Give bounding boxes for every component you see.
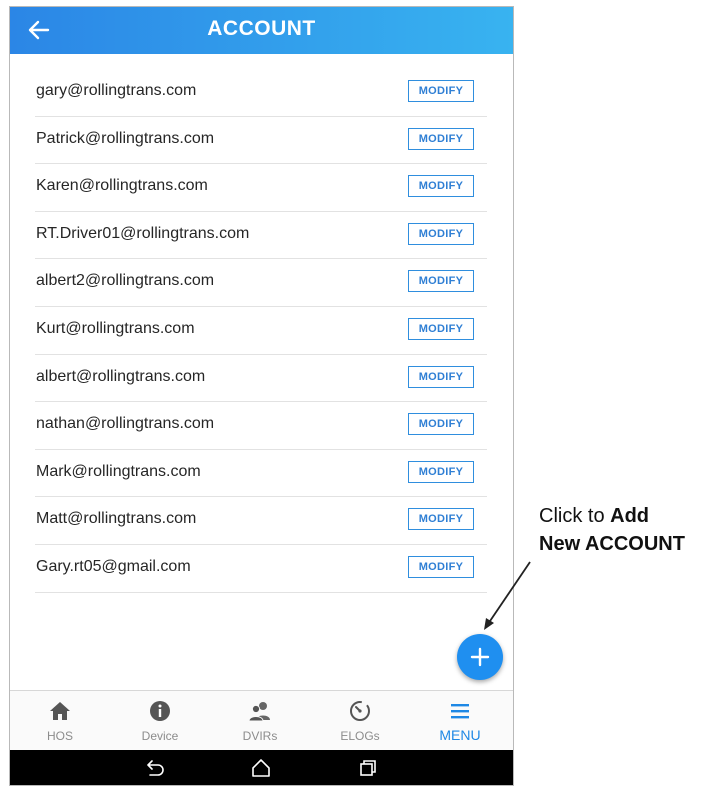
home-outline-icon[interactable] [250, 757, 272, 779]
nav-item-hos[interactable]: HOS [10, 691, 110, 751]
callout-prefix: Click to [539, 505, 611, 527]
bottom-navigation: HOS Device DVIRs ELOGs MENU [10, 690, 513, 751]
account-email: Patrick@rollingtrans.com [36, 129, 215, 147]
back-icon[interactable] [143, 757, 165, 779]
modify-button[interactable]: MODIFY [408, 365, 474, 388]
nav-item-elogs[interactable]: ELOGs [310, 691, 410, 751]
nav-item-menu[interactable]: MENU [410, 691, 510, 751]
callout-bold-1: Add [610, 505, 650, 527]
people-icon [248, 702, 270, 722]
account-row: Karen@rollingtrans.com MODIFY [35, 164, 487, 212]
info-icon [150, 701, 170, 721]
nav-label-dvirs: DVIRs [242, 729, 278, 743]
modify-button[interactable]: MODIFY [408, 127, 474, 150]
account-list: gary@rollingtrans.com MODIFY Patrick@rol… [35, 69, 487, 593]
nav-item-dvirs[interactable]: DVIRs [210, 691, 310, 751]
modify-button[interactable]: MODIFY [408, 460, 474, 483]
callout-bold-2: New ACCOUNT [539, 533, 685, 555]
account-email: Matt@rollingtrans.com [36, 510, 197, 528]
nav-label-menu: MENU [439, 727, 481, 743]
plus-icon [470, 647, 490, 667]
account-email: albert2@rollingtrans.com [36, 272, 215, 290]
account-row: Patrick@rollingtrans.com MODIFY [35, 117, 487, 165]
account-row: RT.Driver01@rollingtrans.com MODIFY [35, 212, 487, 260]
account-row: albert@rollingtrans.com MODIFY [35, 355, 487, 403]
add-account-button[interactable] [457, 634, 503, 680]
modify-button[interactable]: MODIFY [408, 413, 474, 436]
add-account-callout: Click to Add New ACCOUNT [539, 502, 685, 558]
account-email: Kurt@rollingtrans.com [36, 319, 195, 337]
account-row: Matt@rollingtrans.com MODIFY [35, 497, 487, 545]
modify-button[interactable]: MODIFY [408, 508, 474, 531]
app-bar: ACCOUNT [10, 7, 513, 54]
timer-icon [350, 701, 370, 721]
account-email: RT.Driver01@rollingtrans.com [36, 224, 250, 242]
account-row: gary@rollingtrans.com MODIFY [35, 69, 487, 117]
nav-label-device: Device [141, 729, 179, 743]
account-row: Gary.rt05@gmail.com MODIFY [35, 545, 487, 593]
modify-button[interactable]: MODIFY [408, 555, 474, 578]
modify-button[interactable]: MODIFY [408, 270, 474, 293]
account-row: nathan@rollingtrans.com MODIFY [35, 402, 487, 450]
account-email: Mark@rollingtrans.com [36, 462, 201, 480]
modify-button[interactable]: MODIFY [408, 175, 474, 198]
modify-button[interactable]: MODIFY [408, 80, 474, 102]
nav-item-device[interactable]: Device [110, 691, 210, 751]
account-row: Mark@rollingtrans.com MODIFY [35, 450, 487, 498]
account-email: albert@rollingtrans.com [36, 367, 206, 385]
modify-button[interactable]: MODIFY [408, 222, 474, 245]
account-row: albert2@rollingtrans.com MODIFY [35, 259, 487, 307]
nav-label-elogs: ELOGs [340, 729, 380, 743]
page-title: ACCOUNT [207, 17, 316, 40]
menu-icon [451, 704, 469, 719]
recents-icon[interactable] [357, 757, 379, 779]
account-row: Kurt@rollingtrans.com MODIFY [35, 307, 487, 355]
nav-label-hos: HOS [46, 729, 73, 743]
account-email: gary@rollingtrans.com [36, 82, 197, 99]
phone-screen: ACCOUNT gary@rollingtrans.com MODIFY Pat… [9, 6, 514, 786]
system-navigation-bar [10, 750, 513, 785]
account-email: Gary.rt05@gmail.com [36, 557, 191, 575]
modify-button[interactable]: MODIFY [408, 317, 474, 340]
account-email: nathan@rollingtrans.com [36, 415, 215, 433]
home-icon [50, 702, 70, 720]
account-email: Karen@rollingtrans.com [36, 177, 208, 195]
callout-arrow [484, 561, 531, 630]
